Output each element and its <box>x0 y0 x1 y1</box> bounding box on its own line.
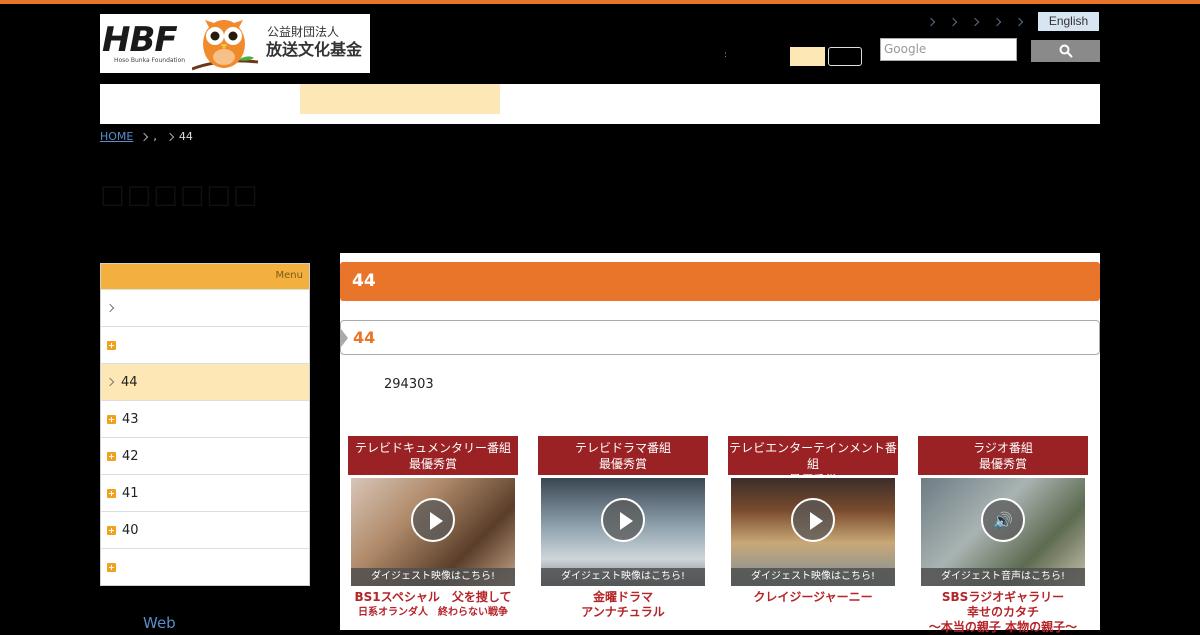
sidebar-item-label: 41 <box>122 485 139 501</box>
entry-count: 294303 <box>384 377 434 392</box>
chevron-right-icon[interactable] <box>948 17 958 27</box>
breadcrumb: HOME , 44 <box>100 130 193 143</box>
card-program-title[interactable]: BS1スペシャル 父を捜して 日系オランダ人 終わらない戦争 <box>348 590 518 620</box>
card-header: テレビドキュメンタリー番組 最優秀賞 <box>348 436 518 475</box>
card-program-title[interactable]: SBSラジオギャラリー 幸せのカタチ ～本当の親子 本物の親子～ <box>918 590 1088 635</box>
card-thumbnail[interactable]: ダイジェスト映像はこちら! <box>731 478 895 586</box>
card-digest-label[interactable]: ダイジェスト音声はこちら! <box>921 568 1085 586</box>
plus-icon <box>107 525 116 535</box>
play-icon[interactable] <box>411 498 455 542</box>
card-title-line: クレイジージャーニー <box>753 590 873 604</box>
card-category: テレビドキュメンタリー番組 <box>354 441 511 455</box>
card-title-line: 金曜ドラマ <box>592 590 653 604</box>
card-title-line: BS1スペシャル 父を捜して <box>354 590 512 604</box>
sidebar-menu: Menu 44 43 42 41 40 <box>100 263 310 586</box>
card-program-title[interactable]: クレイジージャーニー <box>728 590 898 605</box>
card-title-line: ～本当の親子 本物の親子～ <box>928 620 1078 634</box>
card-award: 最優秀賞 <box>408 457 457 471</box>
card-program-title[interactable]: 金曜ドラマ アンナチュラル <box>538 590 708 620</box>
chevron-right-icon <box>105 303 115 313</box>
card-digest-label[interactable]: ダイジェスト映像はこちら! <box>541 568 705 586</box>
chevron-right-icon <box>105 377 115 387</box>
card-header: テレビドラマ番組 最優秀賞 <box>538 436 708 475</box>
web-link[interactable]: Web <box>143 614 176 632</box>
sidebar-item[interactable] <box>101 548 309 585</box>
logo-mark: HBF <box>102 20 178 60</box>
font-size-label: : <box>724 50 728 60</box>
card-category: テレビドラマ番組 <box>574 441 671 455</box>
card-header: ラジオ番組 最優秀賞 <box>918 436 1088 475</box>
plus-icon <box>107 451 116 461</box>
main-content: 44 44 294303 テレビドキュメンタリー番組 最優秀賞 ダイジェスト映像は… <box>340 253 1100 634</box>
logo-org-name: 放送文化基金 <box>266 40 363 59</box>
chevron-right-icon[interactable] <box>1014 17 1024 27</box>
speaker-icon[interactable]: 🔊 <box>981 498 1025 542</box>
award-card-documentary[interactable]: テレビドキュメンタリー番組 最優秀賞 ダイジェスト映像はこちら! BS1スペシャル… <box>348 436 518 630</box>
sidebar-item[interactable] <box>101 289 309 326</box>
site-logo[interactable]: HBF Hoso Bunka Foundation 公益財団法人 放送文化基金 <box>100 14 370 73</box>
sidebar-item[interactable]: 42 <box>101 437 309 474</box>
card-title-line: 日系オランダ人 終わらない戦争 <box>358 607 508 618</box>
utility-nav <box>920 12 1030 32</box>
sidebar-item[interactable]: 43 <box>101 400 309 437</box>
chevron-right-icon[interactable] <box>970 17 980 27</box>
search-icon <box>1059 44 1073 58</box>
card-digest-label[interactable]: ダイジェスト映像はこちら! <box>731 568 895 586</box>
owl-icon <box>192 20 259 71</box>
play-icon[interactable] <box>791 498 835 542</box>
search-input[interactable]: Google <box>880 38 1017 61</box>
font-size-large-button[interactable] <box>828 47 862 66</box>
award-card-radio[interactable]: ラジオ番組最優秀賞 🔊 ダイジェスト音声はこちら! SBSラジオギャラリー 幸せの… <box>918 436 1088 634</box>
page-title: □□□□□□ <box>100 180 260 210</box>
sidebar-item-label: 43 <box>122 411 139 427</box>
plus-icon <box>107 340 116 350</box>
global-nav <box>100 84 1100 124</box>
sidebar-item[interactable]: 40 <box>101 511 309 548</box>
nav-item-active[interactable] <box>300 84 500 114</box>
award-card-entertainment[interactable]: テレビエンターテインメント番組最優秀賞 ダイジェスト映像はこちら! クレイジージ… <box>728 436 898 630</box>
card-header: テレビエンターテインメント番組最優秀賞 <box>728 436 898 487</box>
award-card-drama[interactable]: テレビドラマ番組 最優秀賞 ダイジェスト映像はこちら! 金曜ドラマ アンナチュラル <box>538 436 708 630</box>
sidebar-item-label: 44 <box>121 374 138 390</box>
chevron-right-icon <box>140 132 149 141</box>
card-thumbnail[interactable]: ダイジェスト映像はこちら! <box>541 478 705 586</box>
sidebar-item[interactable] <box>101 326 309 363</box>
sidebar-item-label: 40 <box>122 522 139 538</box>
card-award: 最優秀賞 <box>978 457 1027 471</box>
sidebar-item-current[interactable]: 44 <box>101 363 309 400</box>
chevron-right-icon <box>165 132 175 141</box>
card-title-line: 幸せのカタチ <box>966 605 1039 619</box>
chevron-right-icon[interactable] <box>992 17 1002 27</box>
card-category: テレビエンターテインメント番組 <box>729 441 897 471</box>
logo-tagline: Hoso Bunka Foundation <box>114 57 186 64</box>
chevron-right-icon[interactable] <box>926 17 936 27</box>
section-subtitle-text: 44 <box>353 328 376 347</box>
plus-icon <box>107 562 116 572</box>
card-thumbnail[interactable]: ダイジェスト映像はこちら! <box>351 478 515 586</box>
notch-icon <box>341 329 348 347</box>
breadcrumb-home-link[interactable]: HOME <box>100 130 133 143</box>
breadcrumb-current: 44 <box>178 130 193 143</box>
card-thumbnail[interactable]: 🔊 ダイジェスト音声はこちら! <box>921 478 1085 586</box>
sidebar-menu-header: Menu <box>101 264 309 289</box>
section-subtitle: 44 <box>340 320 1100 355</box>
plus-icon <box>107 488 116 498</box>
font-size-normal-button[interactable] <box>790 47 825 66</box>
card-digest-label[interactable]: ダイジェスト映像はこちら! <box>351 568 515 586</box>
plus-icon <box>107 414 116 424</box>
search-button[interactable] <box>1031 40 1100 62</box>
sidebar-item-label: 42 <box>122 448 139 464</box>
sidebar-item[interactable]: 41 <box>101 474 309 511</box>
card-award: 最優秀賞 <box>598 457 647 471</box>
section-title: 44 <box>340 262 1100 301</box>
english-button[interactable]: English <box>1038 12 1099 31</box>
card-title-line: SBSラジオギャラリー <box>941 590 1065 604</box>
breadcrumb-middle[interactable]: , <box>153 130 157 143</box>
top-accent-bar <box>0 0 1200 4</box>
card-title-line: アンナチュラル <box>581 605 665 619</box>
card-category: ラジオ番組 <box>973 441 1033 455</box>
play-icon[interactable] <box>601 498 645 542</box>
